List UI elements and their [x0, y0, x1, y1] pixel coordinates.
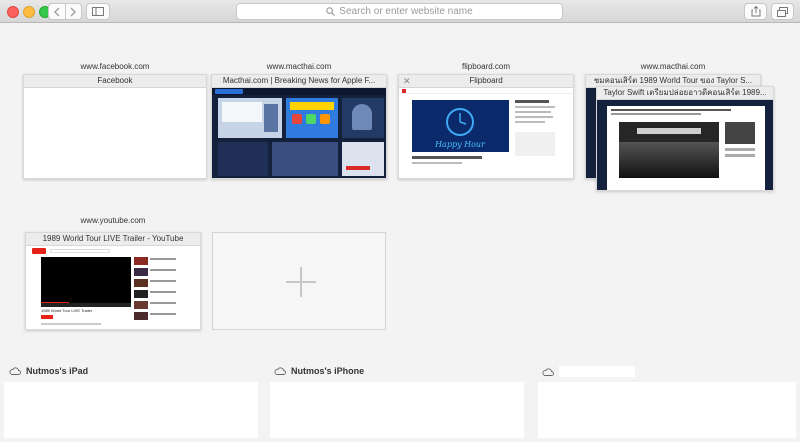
preview-image: [272, 142, 338, 176]
sidebar-button[interactable]: [86, 3, 110, 20]
device-tabs-ipad: [4, 382, 258, 438]
cloud-icon: [274, 367, 286, 375]
page-preview: [212, 88, 386, 178]
site-host-youtube: www.youtube.com: [80, 216, 146, 225]
device-header-ipad: Nutmos's iPad: [9, 366, 88, 376]
device-tabs-iphone: [270, 382, 524, 438]
video-player: [41, 257, 131, 307]
top-site-macthai-stack-front[interactable]: Taylor Swift เตรียมปล่อยอาวดีคอนเสิร์ต 1…: [596, 86, 774, 191]
video-caption: 1989 World Tour LIVE Trailer: [41, 308, 93, 313]
add-top-site-tile[interactable]: [212, 232, 386, 330]
cloud-icon: [9, 367, 21, 375]
minimize-window-button[interactable]: [23, 6, 35, 18]
preview-heading: Happy Hour: [434, 140, 486, 149]
page-preview: [597, 100, 773, 190]
site-host-macthai: www.macthai.com: [266, 62, 332, 71]
youtube-logo: [32, 248, 46, 254]
top-site-macthai[interactable]: Macthai.com | Breaking News for Apple F.…: [211, 74, 387, 179]
site-host-macthai-2: www.macthai.com: [640, 62, 706, 71]
address-bar-placeholder: Search or enter website name: [339, 6, 473, 17]
tile-title: Taylor Swift เตรียมปล่อยอาวดีคอนเสิร์ต 1…: [597, 87, 773, 100]
flipboard-logo: [402, 89, 406, 93]
address-bar[interactable]: Search or enter website name: [236, 3, 563, 20]
preview-article: [607, 106, 765, 190]
device-name: Nutmos's iPhone: [291, 366, 365, 376]
tile-title: ✕ Flipboard: [399, 75, 573, 88]
preview-image: [218, 98, 282, 138]
page-preview: [24, 88, 206, 178]
browser-toolbar: Search or enter website name: [0, 0, 800, 23]
device-name: Nutmos's iPad: [26, 366, 89, 376]
navigation-buttons: [48, 3, 82, 20]
close-icon[interactable]: ✕: [403, 75, 411, 87]
tile-title: Facebook: [24, 75, 206, 88]
preview-image: Happy Hour: [412, 100, 509, 152]
plus-icon-vertical: [300, 267, 302, 297]
chevron-left-icon: [53, 7, 60, 16]
close-window-button[interactable]: [7, 6, 19, 18]
preview-image: [342, 98, 384, 138]
tile-title: 1989 World Tour LIVE Trailer - YouTube: [26, 233, 200, 246]
share-icon: [751, 6, 760, 17]
tile-title-text: Flipboard: [469, 76, 503, 85]
preview-image: [218, 142, 268, 176]
tile-title: Macthai.com | Breaking News for Apple F.…: [212, 75, 386, 88]
preview-image: [286, 98, 338, 138]
site-host-facebook: www.facebook.com: [80, 62, 150, 71]
device-tabs-3: [538, 382, 796, 438]
preview-image: [619, 122, 719, 178]
top-site-facebook[interactable]: Facebook: [23, 74, 207, 179]
device-name: [559, 366, 635, 377]
back-button[interactable]: [49, 4, 65, 19]
clock-illustration: Happy Hour: [434, 108, 486, 149]
sidebar-icon: [92, 7, 104, 16]
device-header-iphone: Nutmos's iPhone: [274, 366, 364, 376]
site-host-flipboard: flipboard.com: [461, 62, 511, 71]
forward-button[interactable]: [64, 4, 82, 19]
macthai-logo: [215, 89, 243, 94]
tabs-icon: [777, 6, 788, 17]
page-preview: 1989 World Tour LIVE Trailer: [26, 246, 200, 329]
preview-image: [342, 142, 384, 176]
show-all-tabs-button[interactable]: [771, 3, 794, 20]
cloud-icon: [542, 367, 554, 376]
page-preview: Happy Hour: [399, 88, 573, 178]
top-sites-view: www.facebook.com Facebook www.macthai.co…: [0, 23, 800, 442]
device-header-3: [542, 366, 635, 377]
search-icon: [326, 7, 336, 16]
share-button[interactable]: [744, 3, 767, 20]
top-site-youtube[interactable]: 1989 World Tour LIVE Trailer - YouTube 1…: [25, 232, 201, 330]
top-site-flipboard[interactable]: ✕ Flipboard Happy Hour: [398, 74, 574, 179]
chevron-right-icon: [70, 7, 77, 16]
